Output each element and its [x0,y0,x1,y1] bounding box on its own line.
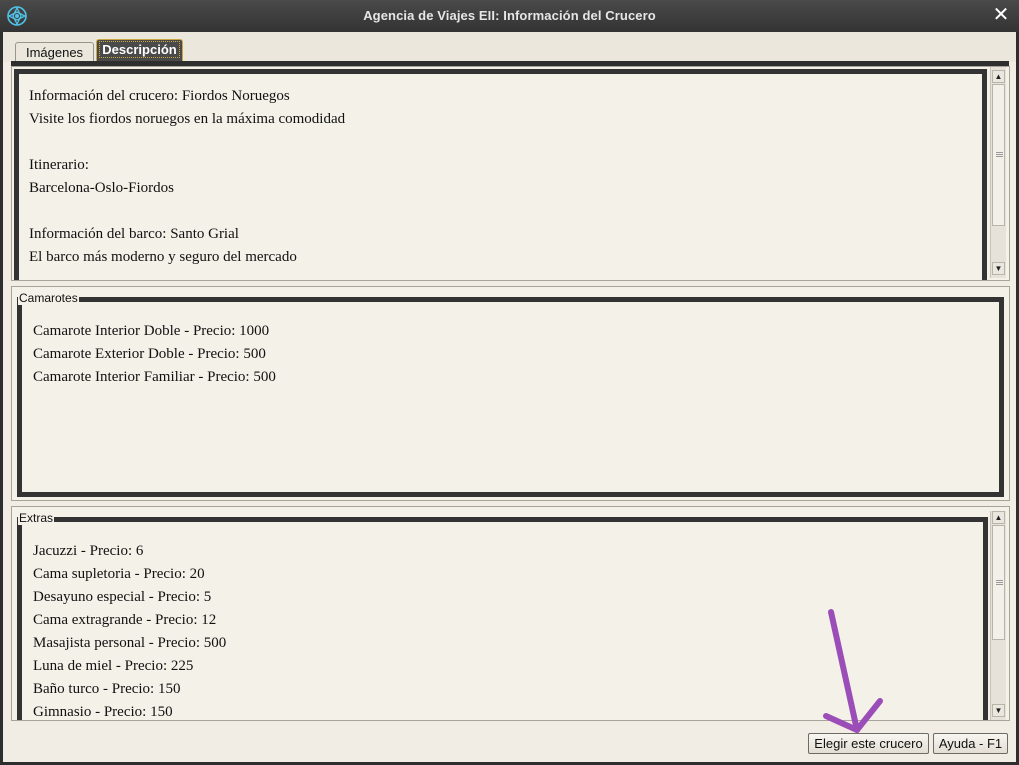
extra-item[interactable]: Desayuno especial - Precio: 5 [33,589,211,606]
description-line: El barco más moderno y seguro del mercad… [29,249,297,265]
scroll-down-icon[interactable]: ▼ [992,704,1005,717]
window-title: Agencia de Viajes EII: Información del C… [363,8,656,23]
description-line: Itinerario: [29,157,89,173]
title-bar[interactable]: Agencia de Viajes EII: Información del C… [0,0,1019,32]
tab-images[interactable]: Imágenes [15,42,94,62]
tab-description[interactable]: Descripción [96,39,183,61]
cabins-legend: Camarotes [18,291,79,305]
cabin-item[interactable]: Camarote Interior Doble - Precio: 1000 [33,323,269,340]
extra-item[interactable]: Cama supletoria - Precio: 20 [33,566,205,583]
scroll-up-icon[interactable]: ▲ [992,511,1005,524]
description-panel: Información del crucero: Fiordos Noruego… [11,66,1010,281]
scroll-thumb[interactable] [992,525,1005,640]
extras-scrollbar[interactable]: ▲ ▼ [990,511,1006,720]
extra-item[interactable]: Masajista personal - Precio: 500 [33,635,226,652]
description-line: Información del crucero: Fiordos Noruego… [29,88,290,104]
extra-item[interactable]: Baño turco - Precio: 150 [33,681,180,698]
extra-item[interactable]: Gimnasio - Precio: 150 [33,704,173,721]
extras-panel: Extras Jacuzzi - Precio: 6 Cama supletor… [11,506,1010,721]
cabin-item[interactable]: Camarote Interior Familiar - Precio: 500 [33,369,276,386]
extra-item[interactable]: Jacuzzi - Precio: 6 [33,543,143,560]
extra-item[interactable]: Cama extragrande - Precio: 12 [33,612,216,629]
close-icon[interactable]: ✕ [991,5,1011,25]
description-line: Visite los fiordos noruegos en la máxima… [29,111,346,127]
scroll-thumb[interactable] [992,84,1005,226]
extra-item[interactable]: Luna de miel - Precio: 225 [33,658,193,675]
help-button[interactable]: Ayuda - F1 [933,733,1008,754]
extras-legend: Extras [18,511,55,525]
tab-description-label: Descripción [99,41,180,58]
cabin-item[interactable]: Camarote Exterior Doble - Precio: 500 [33,346,266,363]
cruise-info-window: Agencia de Viajes EII: Información del C… [0,0,1019,765]
tab-strip: Imágenes Descripción [3,32,1016,66]
choose-cruise-button[interactable]: Elegir este crucero [808,733,929,754]
description-line: Barcelona-Oslo-Fiordos [29,180,174,196]
description-scrollbar[interactable]: ▲ ▼ [990,67,1006,278]
scroll-up-icon[interactable]: ▲ [992,70,1005,83]
description-line: Información del barco: Santo Grial [29,226,239,242]
scroll-down-icon[interactable]: ▼ [992,262,1005,275]
cabins-panel: Camarotes Camarote Interior Doble - Prec… [11,286,1010,501]
window-content: Imágenes Descripción Información del cru… [3,32,1016,762]
